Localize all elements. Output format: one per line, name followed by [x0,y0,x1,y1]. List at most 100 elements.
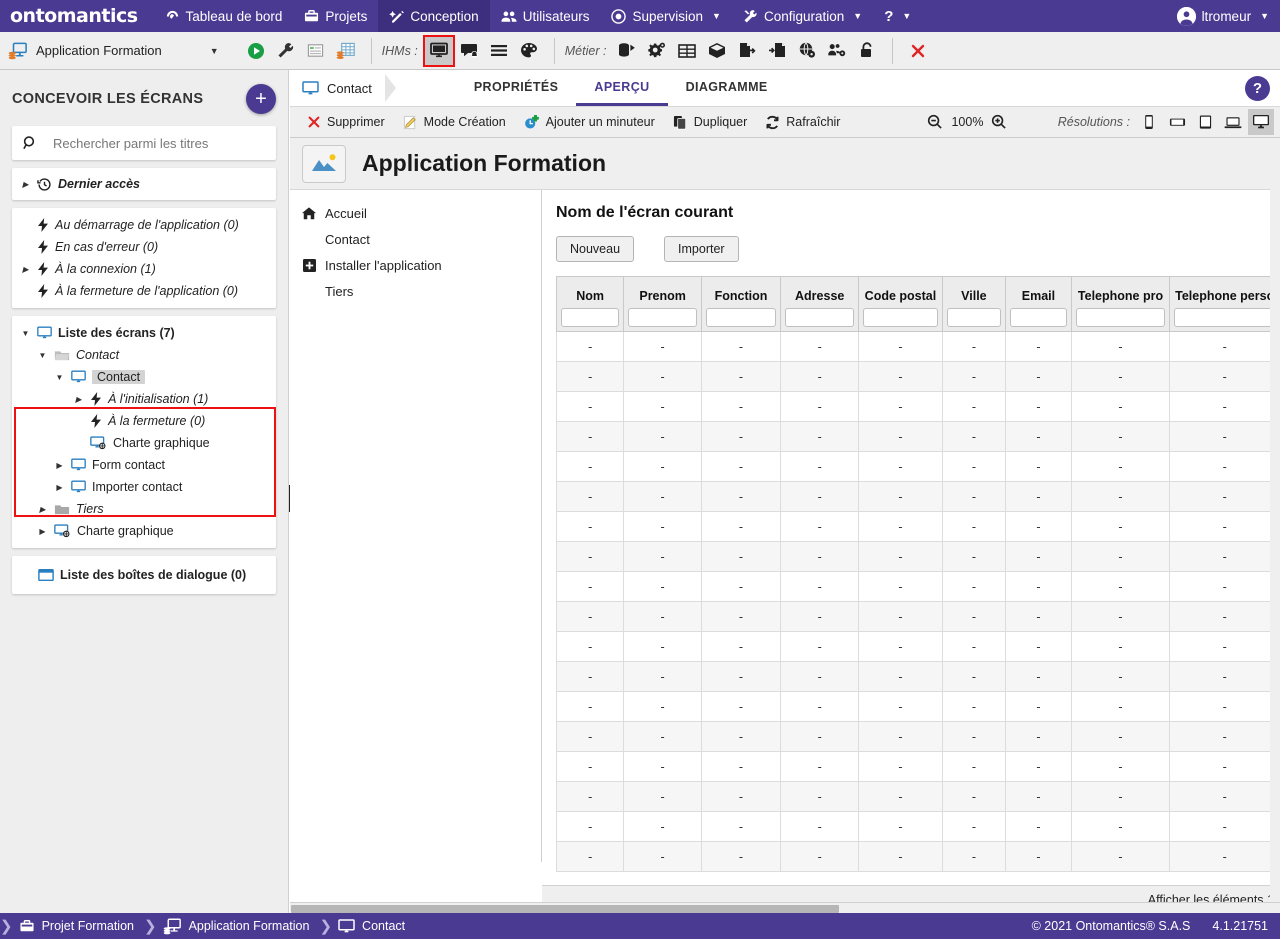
table-row[interactable]: --------- [555,571,1280,602]
metier-lock-button[interactable] [852,36,882,66]
resolution-tablet-button[interactable] [1192,109,1218,135]
chevron-right-icon[interactable]: ▶ [54,461,65,470]
run-button[interactable] [241,36,271,66]
application-selector[interactable]: Application Formation ▼ [0,32,241,70]
metier-data-button[interactable] [612,36,642,66]
brand-logo[interactable]: ontomantics [0,5,154,27]
chevron-down-icon[interactable]: ▼ [37,351,48,360]
metier-table-button[interactable] [672,36,702,66]
resolution-phone-portrait-button[interactable] [1136,109,1162,135]
table-row[interactable]: --------- [555,811,1280,842]
scrollbar-thumb[interactable] [291,905,839,913]
chevron-down-icon[interactable]: ▼ [210,46,219,56]
tree-item-contact-folder[interactable]: ▼ Contact [12,344,276,366]
close-button[interactable] [903,36,933,66]
column-header-telephone-pro[interactable]: Telephone pro [1070,276,1171,332]
chevron-right-icon[interactable]: ▶ [20,265,31,274]
column-header-nom[interactable]: Nom [555,276,625,332]
dialogs-card[interactable]: Liste des boîtes de dialogue (0) [12,556,276,594]
tab-proprietes[interactable]: PROPRIÉTÉS [456,70,577,106]
table-row[interactable]: --------- [555,451,1280,482]
tree-item-tiers[interactable]: ▶ Tiers [12,498,276,520]
zoom-in-icon[interactable] [991,114,1007,130]
resolution-phone-landscape-button[interactable] [1164,109,1190,135]
tree-item-charte-graphique[interactable]: ▶ Charte graphique [12,520,276,542]
chevron-down-icon[interactable]: ▼ [54,373,65,382]
table-row[interactable]: --------- [555,511,1280,542]
table-row[interactable]: --------- [555,541,1280,572]
tree-item-a-initialisation[interactable]: ▶ À l'initialisation (1) [12,388,276,410]
column-header-ville[interactable]: Ville [941,276,1007,332]
sidebar-item-dernier-acces[interactable]: ▶ Dernier accès [12,173,276,195]
ihm-menu-button[interactable] [484,36,514,66]
column-header-telephone-perso[interactable]: Telephone perso [1169,276,1280,332]
add-timer-action[interactable]: Ajouter un minuteur [515,107,664,138]
table-row[interactable]: --------- [555,721,1280,752]
settings-wrench-button[interactable] [271,36,301,66]
table-row[interactable]: --------- [555,661,1280,692]
nav-item-tableau-de-bord[interactable]: Tableau de bord [154,0,294,32]
nav-item-utilisateurs[interactable]: Utilisateurs [490,0,601,32]
table-row[interactable]: --------- [555,631,1280,662]
column-header-prenom[interactable]: Prenom [623,276,702,332]
status-crumb-contact[interactable]: Contact [334,918,415,934]
filter-input-telephone-perso[interactable] [1174,308,1275,327]
tab-diagramme[interactable]: DIAGRAMME [668,70,786,106]
preview-menu-accueil[interactable]: Accueil [290,200,541,226]
user-menu[interactable]: ltromeur ▼ [1166,0,1280,32]
table-row[interactable]: --------- [555,421,1280,452]
tree-item-form-contact[interactable]: ▶ Form contact [12,454,276,476]
status-crumb-projet[interactable]: Projet Formation [15,919,144,934]
chevron-right-icon[interactable]: ▶ [54,483,65,492]
table-row[interactable]: --------- [555,481,1280,512]
list-button[interactable] [301,36,331,66]
chevron-right-icon[interactable]: ▶ [73,395,84,404]
metier-package-button[interactable] [702,36,732,66]
column-header-fonction[interactable]: Fonction [700,276,782,332]
filter-input-ville[interactable] [946,308,1002,327]
chevron-down-icon[interactable]: ▼ [20,329,31,338]
table-row[interactable]: --------- [555,361,1280,392]
column-header-adresse[interactable]: Adresse [780,276,860,332]
event-item-erreur[interactable]: En cas d'erreur (0) [12,236,276,258]
filter-input-code-postal[interactable] [863,308,938,327]
tree-item-importer-contact[interactable]: ▶ Importer contact [12,476,276,498]
tree-item-a-la-fermeture[interactable]: À la fermeture (0) [12,410,276,432]
ihm-dialog-button[interactable] [454,36,484,66]
chevron-right-icon[interactable]: ▶ [37,527,48,536]
resolution-desktop-button[interactable] [1248,109,1274,135]
table-row[interactable]: --------- [555,601,1280,632]
table-row[interactable]: --------- [555,691,1280,722]
ihm-screen-button[interactable] [422,34,455,67]
delete-action[interactable]: Supprimer [298,107,394,138]
table-row[interactable]: --------- [555,841,1280,872]
metier-gears-button[interactable] [642,36,672,66]
zoom-out-icon[interactable] [927,114,943,130]
status-crumb-application[interactable]: Application Formation [159,918,320,935]
metier-globe-gear-button[interactable] [792,36,822,66]
design-mode-action[interactable]: Mode Création [394,107,515,138]
preview-menu-installer[interactable]: Installer l'application [290,252,541,278]
metier-user-group-button[interactable] [822,36,852,66]
column-header-code-postal[interactable]: Code postal [858,276,943,332]
chevron-right-icon[interactable]: ▶ [20,180,31,189]
event-item-fermeture[interactable]: À la fermeture de l'application (0) [12,280,276,302]
tree-item-charte-graphique-child[interactable]: Charte graphique [12,432,276,454]
filter-input-telephone-pro[interactable] [1075,308,1166,327]
table-row[interactable]: --------- [555,751,1280,782]
filter-input-nom[interactable] [561,308,620,327]
resolution-laptop-button[interactable] [1220,109,1246,135]
duplicate-action[interactable]: Dupliquer [664,107,757,138]
importer-button[interactable]: Importer [664,236,739,262]
database-table-button[interactable] [331,36,361,66]
ihm-palette-button[interactable] [514,36,544,66]
event-item-connexion[interactable]: ▶ À la connexion (1) [12,258,276,280]
help-button[interactable]: ? [1245,76,1270,101]
nav-item-configuration[interactable]: Configuration ▼ [732,0,873,32]
tab-apercu[interactable]: APERÇU [576,70,668,106]
nav-item-supervision[interactable]: Supervision ▼ [600,0,731,32]
tree-item-contact-screen[interactable]: ▼ Contact [12,366,276,388]
nouveau-button[interactable]: Nouveau [556,236,635,262]
table-row[interactable]: --------- [555,331,1280,362]
search-input[interactable] [51,134,266,152]
